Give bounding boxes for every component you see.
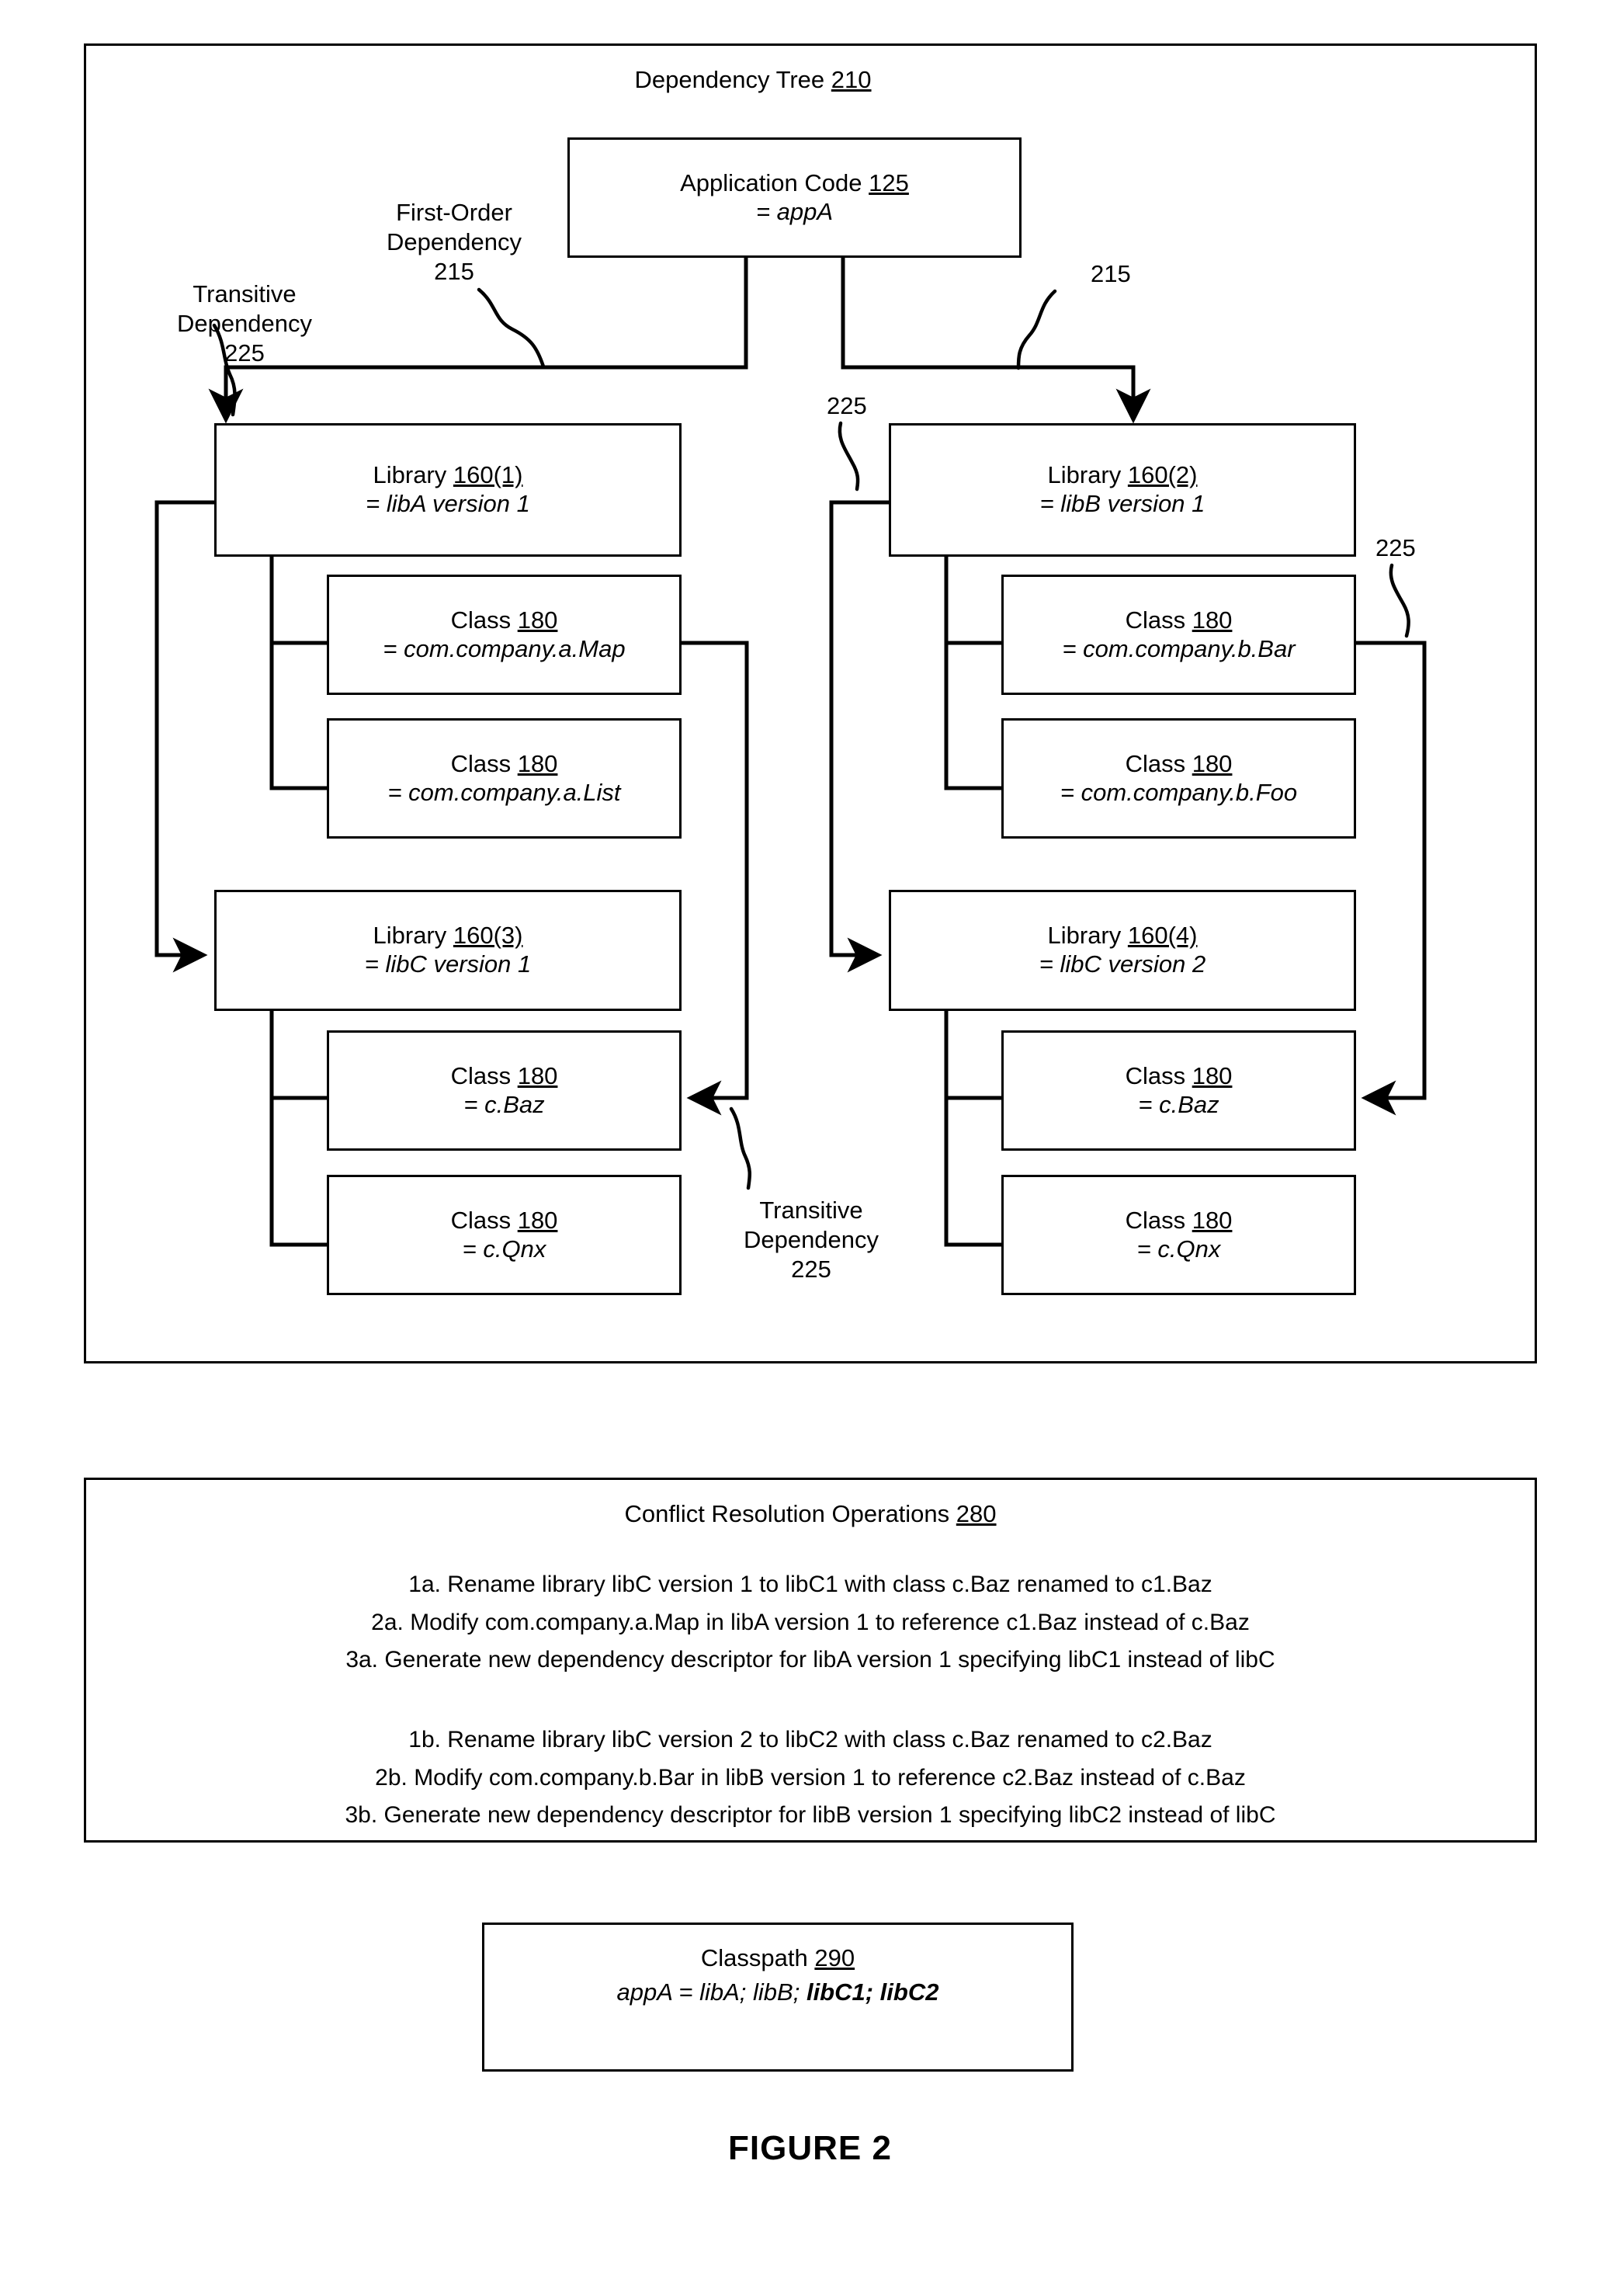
node-line1: Class 180 (1126, 750, 1233, 779)
node-class-com-company-b-bar: Class 180 = com.company.b.Bar (1001, 575, 1356, 695)
node-line2: = c.Baz (463, 1090, 545, 1118)
classpath-value-prefix: appA = libA; libB; (616, 1978, 807, 2006)
node-line1-text: Class (450, 749, 512, 777)
node-line1-ref: 180 (517, 1206, 558, 1234)
node-line1-text: Class (450, 1206, 512, 1234)
node-line2: = libB version 1 (1039, 490, 1205, 517)
node-line1: Library 160(1) (373, 461, 523, 490)
figure-label: FIGURE 2 (728, 2129, 892, 2167)
node-class-com-company-b-foo: Class 180 = com.company.b.Foo (1001, 718, 1356, 839)
node-line1-ref: 180 (1192, 1206, 1233, 1234)
node-line1: Class 180 (1126, 1207, 1233, 1235)
leader-215-right (1016, 289, 1057, 370)
classpath-title: Classpath 290 (482, 1944, 1074, 1972)
node-line1-ref: 180 (1192, 1061, 1233, 1089)
conflict-resolution-title-ref: 280 (956, 1500, 997, 1527)
conflict-operations-group-b: 1b. Rename library libC version 2 to lib… (345, 1727, 1276, 1829)
node-line1-ref: 180 (517, 1061, 558, 1089)
node-line1-text: Class (1125, 749, 1186, 777)
classpath-content: Classpath 290 appA = libA; libB; libC1; … (482, 1944, 1074, 2006)
node-line1: Class 180 (451, 1207, 558, 1235)
node-line1-text: Class (1125, 1206, 1186, 1234)
node-class-c-qnx-right: Class 180 = c.Qnx (1001, 1175, 1356, 1295)
node-line1-ref: 160(3) (453, 922, 523, 950)
conflict-resolution-title: Conflict Resolution Operations 280 (404, 1500, 1217, 1528)
node-class-com-company-a-list: Class 180 = com.company.a.List (327, 718, 682, 839)
node-line2: = c.Qnx (1136, 1235, 1221, 1263)
node-line1-text: Class (450, 606, 512, 634)
node-line1-text: Library (1047, 461, 1122, 489)
node-line1-ref: 180 (517, 606, 558, 634)
classpath-value: appA = libA; libB; libC1; libC2 (482, 1978, 1074, 2006)
node-class-c-baz-right: Class 180 = c.Baz (1001, 1030, 1356, 1151)
node-line2: = com.company.b.Bar (1062, 634, 1296, 662)
leader-first-order (477, 287, 546, 369)
node-line1: Class 180 (1126, 606, 1233, 635)
conflict-resolution-title-text: Conflict Resolution Operations (624, 1500, 950, 1527)
node-line2: = libC version 1 (364, 950, 532, 978)
node-line1-text: Library (1047, 922, 1122, 950)
node-line1-ref: 160(1) (453, 461, 523, 489)
node-line1-text: Class (450, 1061, 512, 1089)
node-line2: = com.company.a.Map (383, 634, 626, 662)
leader-225-right (1389, 563, 1410, 638)
node-line1-ref: 180 (1192, 606, 1233, 634)
node-line1-ref: 180 (517, 749, 558, 777)
node-class-c-qnx-left: Class 180 = c.Qnx (327, 1175, 682, 1295)
node-line1-ref: 160(4) (1127, 922, 1198, 950)
node-line1-text: Class (1125, 606, 1186, 634)
node-line1-ref: 180 (1192, 749, 1233, 777)
node-line1-text: Library (373, 461, 447, 489)
node-line1-text: Class (1125, 1061, 1186, 1089)
node-line1: Class 180 (451, 606, 558, 635)
leader-225-mid (838, 421, 860, 492)
conflict-operations-group-a: 1a. Rename library libC version 1 to lib… (345, 1572, 1275, 1673)
node-line2: = libA version 1 (366, 490, 530, 517)
node-line2: = com.company.b.Foo (1060, 778, 1298, 806)
node-line1: Class 180 (451, 750, 558, 779)
node-library-160-1: Library 160(1) = libA version 1 (214, 423, 682, 557)
node-library-160-3: Library 160(3) = libC version 1 (214, 890, 682, 1011)
node-class-c-baz-left: Class 180 = c.Baz (327, 1030, 682, 1151)
classpath-value-bold: libC1; libC2 (806, 1978, 939, 2006)
classpath-title-ref: 290 (814, 1944, 855, 1971)
node-line1: Library 160(4) (1048, 922, 1198, 950)
node-class-com-company-a-map: Class 180 = com.company.a.Map (327, 575, 682, 695)
node-line2: = libC version 2 (1039, 950, 1206, 978)
node-line1: Class 180 (1126, 1062, 1233, 1091)
node-line2: = c.Qnx (462, 1235, 546, 1263)
node-line1: Library 160(2) (1048, 461, 1198, 490)
node-line2: = com.company.a.List (387, 778, 621, 806)
node-line1: Library 160(3) (373, 922, 523, 950)
patent-figure-2: Dependency Tree 210 Application Code 125… (0, 0, 1620, 2296)
node-line1: Class 180 (451, 1062, 558, 1091)
node-line2: = c.Baz (1138, 1090, 1219, 1118)
classpath-title-text: Classpath (700, 1944, 808, 1971)
leader-transitive-bottom-mid (729, 1106, 751, 1190)
node-line1-ref: 160(2) (1127, 461, 1198, 489)
node-library-160-2: Library 160(2) = libB version 1 (889, 423, 1356, 557)
node-line1-text: Library (373, 922, 447, 950)
node-library-160-4: Library 160(4) = libC version 2 (889, 890, 1356, 1011)
